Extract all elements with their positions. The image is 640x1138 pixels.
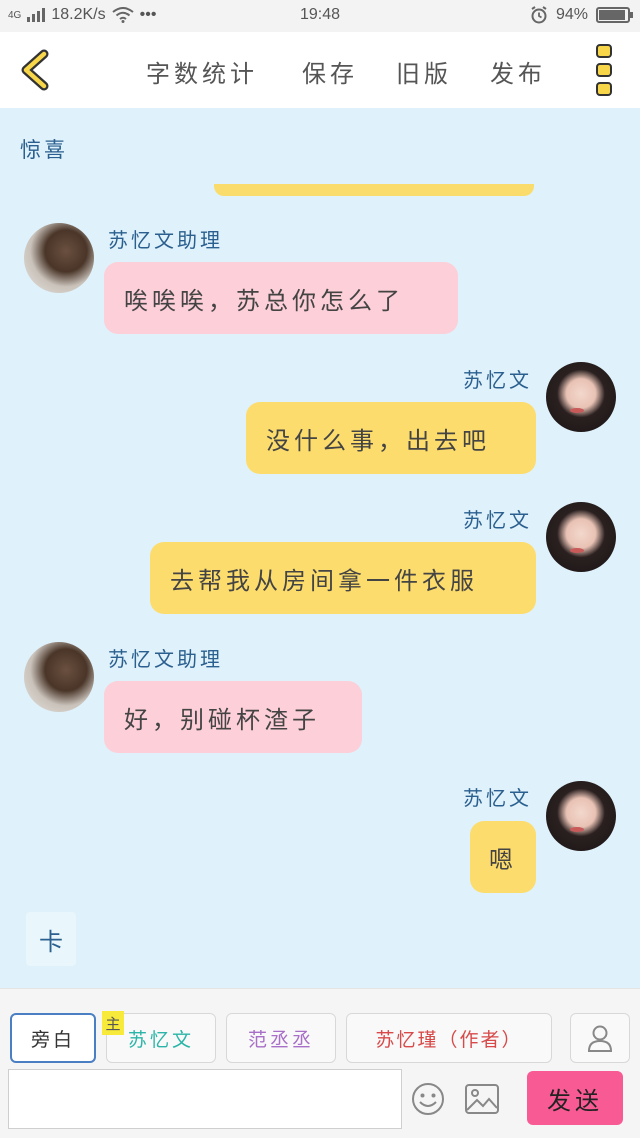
speaker-name: 苏忆文 bbox=[463, 368, 532, 392]
image-icon[interactable] bbox=[464, 1083, 500, 1115]
status-bar: 4G 18.2K/s ••• 19:48 94% bbox=[0, 0, 640, 32]
old-version-button[interactable]: 旧版 bbox=[396, 54, 452, 89]
speaker-name: 苏忆文 bbox=[463, 786, 532, 810]
message-bubble[interactable]: 没什么事，出去吧 bbox=[246, 402, 536, 474]
scene-title: 惊喜 bbox=[20, 138, 68, 162]
avatar-suyiwen[interactable] bbox=[546, 362, 616, 432]
input-panel: 旁白 苏忆文 主 范丞丞 苏忆瑾（作者） 发送 bbox=[0, 988, 640, 1138]
message-bubble[interactable]: 去帮我从房间拿一件衣服 bbox=[150, 542, 536, 614]
user-icon bbox=[587, 1025, 613, 1052]
battery-icon bbox=[596, 7, 633, 23]
add-role-button[interactable] bbox=[570, 1013, 630, 1063]
alarm-icon bbox=[531, 6, 547, 24]
message-bubble[interactable]: 嗯 bbox=[470, 821, 536, 893]
publish-button[interactable]: 发布 bbox=[490, 54, 546, 89]
message-bubble[interactable]: 唉唉唉，苏总你怎么了 bbox=[104, 262, 458, 334]
send-button[interactable]: 发送 bbox=[527, 1071, 623, 1125]
avatar-assistant[interactable] bbox=[24, 642, 94, 712]
save-button[interactable]: 保存 bbox=[302, 54, 358, 89]
role-narrator[interactable]: 旁白 bbox=[10, 1013, 96, 1063]
speaker-name: 苏忆文助理 bbox=[108, 228, 223, 252]
avatar-assistant[interactable] bbox=[24, 223, 94, 293]
avatar-suyiwen[interactable] bbox=[546, 781, 616, 851]
message-input[interactable] bbox=[8, 1069, 402, 1129]
main-role-badge: 主 bbox=[102, 1011, 124, 1035]
top-toolbar: 字数统计 保存 旧版 发布 bbox=[0, 32, 640, 108]
speaker-name: 苏忆文 bbox=[463, 508, 532, 532]
role-suyijin-author[interactable]: 苏忆瑾（作者） bbox=[346, 1013, 552, 1063]
role-fanchengcheng[interactable]: 范丞丞 bbox=[226, 1013, 336, 1063]
avatar-suyiwen[interactable] bbox=[546, 502, 616, 572]
card-button[interactable]: 卡 bbox=[26, 912, 76, 966]
back-button[interactable] bbox=[14, 48, 58, 92]
more-menu-button[interactable] bbox=[596, 44, 616, 96]
word-count-button[interactable]: 字数统计 bbox=[146, 54, 258, 89]
previous-bubble-edge bbox=[214, 184, 534, 196]
message-bubble[interactable]: 好，别碰杯渣子 bbox=[104, 681, 362, 753]
speaker-name: 苏忆文助理 bbox=[108, 647, 223, 671]
battery-percent: 94% bbox=[555, 6, 588, 23]
emoji-icon[interactable] bbox=[410, 1081, 446, 1117]
